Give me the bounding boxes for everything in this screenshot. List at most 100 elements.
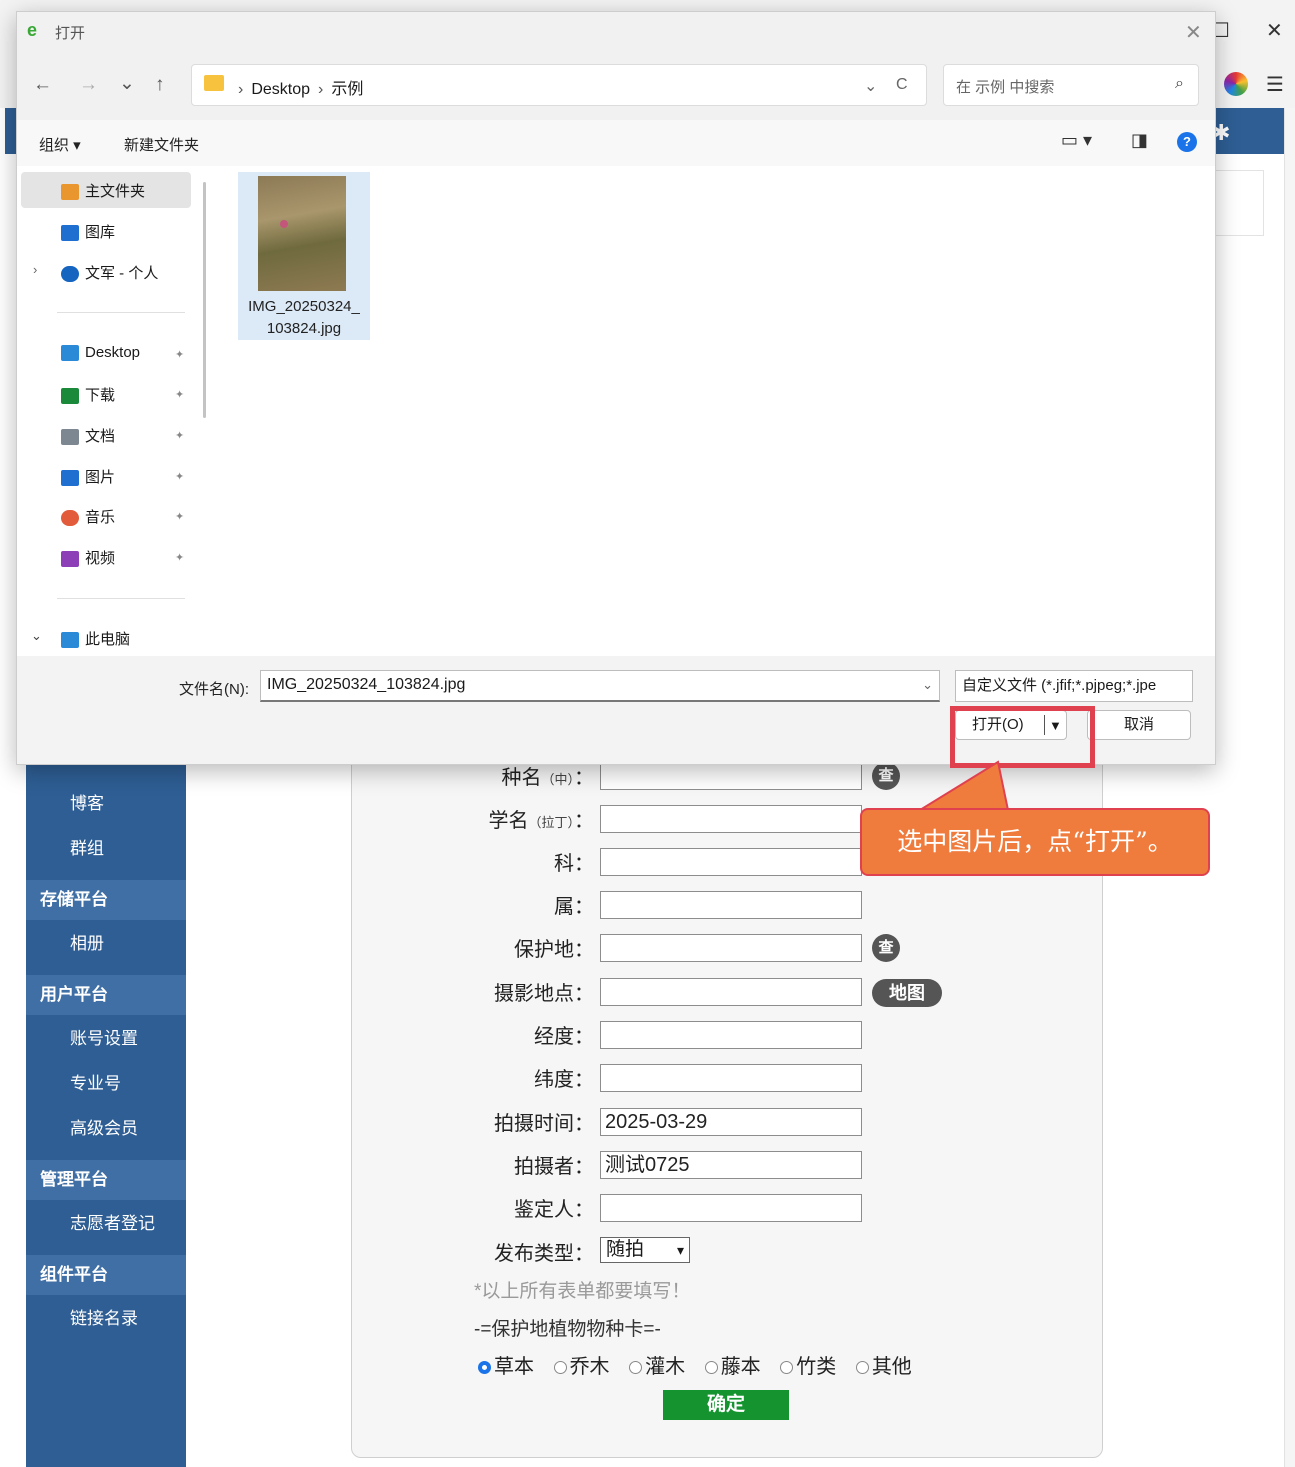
- file-open-dialog: e 打开 ✕ ← → ⌄ ↑ › Desktop › 示例 ⌄ C 在 示例 中搜索 …: [16, 11, 1216, 768]
- radio-option-tree[interactable]: 乔木: [553, 1356, 610, 1378]
- family-input[interactable]: [600, 848, 862, 876]
- sidebar-section-storage: 存储平台: [26, 880, 186, 920]
- menu-icon[interactable]: ☰: [1266, 72, 1284, 97]
- pictures-icon: [61, 470, 79, 487]
- chevron-down-icon[interactable]: ⌄: [922, 671, 933, 699]
- back-arrow-icon[interactable]: ←: [33, 74, 52, 96]
- document-icon: [61, 429, 79, 446]
- pin-icon[interactable]: ✦: [175, 388, 184, 401]
- page-scrollbar[interactable]: [1284, 108, 1295, 1467]
- genus-input[interactable]: [600, 891, 862, 919]
- shoot-time-label: 拍摄时间：: [494, 1113, 594, 1135]
- new-folder-button[interactable]: 新建文件夹: [124, 134, 199, 155]
- cancel-button[interactable]: 取消: [1087, 710, 1191, 740]
- pin-icon[interactable]: ✦: [175, 429, 184, 442]
- image-thumbnail: [258, 176, 346, 291]
- radio-option-herb[interactable]: 草本: [478, 1356, 534, 1378]
- breadcrumb-desktop[interactable]: Desktop: [251, 81, 310, 98]
- identifier-label: 鉴定人：: [514, 1199, 594, 1221]
- filename-input[interactable]: IMG_20250324_103824.jpg ⌄: [260, 670, 940, 702]
- chevron-down-icon: ▾: [676, 1242, 684, 1258]
- submit-button[interactable]: 确定: [663, 1390, 789, 1420]
- latitude-input[interactable]: [600, 1064, 862, 1092]
- sidebar-item-pro-account[interactable]: 专业号: [26, 1062, 186, 1106]
- sidebar-item-premium-member[interactable]: 高级会员: [26, 1107, 186, 1151]
- identifier-input[interactable]: [600, 1194, 862, 1222]
- dialog-close-icon[interactable]: ✕: [1185, 20, 1202, 45]
- pin-icon[interactable]: ✦: [175, 510, 184, 523]
- dialog-title: 打开: [55, 25, 86, 42]
- nav-item-videos[interactable]: 视频: [61, 547, 115, 568]
- longitude-input[interactable]: [600, 1021, 862, 1049]
- radio-option-bamboo[interactable]: 竹类: [780, 1356, 836, 1378]
- nav-item-music[interactable]: 音乐: [61, 506, 115, 527]
- species-lookup-button[interactable]: 查: [872, 762, 900, 790]
- nav-item-this-pc[interactable]: 此电脑: [61, 628, 130, 649]
- species-latin-label: 学名（拉丁）：: [488, 810, 594, 832]
- file-item-selected[interactable]: IMG_20250324_ 103824.jpg: [238, 172, 370, 340]
- genus-label: 属：: [554, 896, 594, 918]
- desktop-icon: [61, 345, 79, 362]
- pin-icon[interactable]: ✦: [175, 551, 184, 564]
- recent-locations-icon[interactable]: ⌄: [119, 72, 135, 95]
- pin-icon[interactable]: ✦: [175, 348, 184, 361]
- reserve-lookup-button[interactable]: 查: [872, 934, 900, 962]
- forward-arrow-icon[interactable]: →: [79, 74, 98, 96]
- radio-option-other[interactable]: 其他: [855, 1356, 912, 1378]
- nav-item-downloads[interactable]: 下载: [61, 384, 115, 405]
- nav-item-gallery[interactable]: 图库: [61, 221, 115, 242]
- nav-item-pictures[interactable]: 图片: [61, 466, 115, 487]
- nav-item-onedrive[interactable]: 文军 - 个人: [61, 262, 158, 283]
- download-icon: [61, 388, 79, 405]
- address-bar[interactable]: › Desktop › 示例 ⌄ C: [191, 64, 927, 106]
- reserve-input[interactable]: [600, 934, 862, 962]
- photographer-label: 拍摄者：: [514, 1156, 594, 1178]
- breadcrumb-example[interactable]: 示例: [331, 81, 363, 98]
- help-icon[interactable]: ?: [1177, 132, 1197, 152]
- shoot-time-input[interactable]: 2025-03-29: [600, 1108, 862, 1136]
- publish-type-label: 发布类型：: [494, 1243, 594, 1265]
- species-cn-input[interactable]: [600, 762, 862, 790]
- sidebar-item-blog[interactable]: 博客: [26, 782, 186, 826]
- collapse-chevron-icon[interactable]: ⌄: [31, 628, 42, 644]
- radio-selected-icon: [478, 1361, 491, 1375]
- sidebar-section-components: 组件平台: [26, 1255, 186, 1295]
- radio-option-shrub[interactable]: 灌木: [629, 1356, 685, 1378]
- species-cn-label: 种名（中）：: [501, 767, 594, 789]
- nav-pane-scrollbar[interactable]: [203, 182, 206, 418]
- sidebar-item-album[interactable]: 相册: [26, 922, 186, 966]
- close-icon[interactable]: ✕: [1266, 18, 1283, 43]
- open-button-highlight-box: [950, 706, 1095, 768]
- breadcrumb: › Desktop › 示例: [238, 81, 364, 98]
- address-history-chevron-icon[interactable]: ⌄: [864, 76, 877, 96]
- up-arrow-icon[interactable]: ↑: [155, 74, 165, 96]
- sidebar-item-link-directory[interactable]: 链接名录: [26, 1297, 186, 1341]
- species-latin-input[interactable]: [600, 805, 862, 833]
- change-view-icon[interactable]: ▭ ▾: [1061, 130, 1092, 151]
- nav-item-documents[interactable]: 文档: [61, 425, 115, 446]
- search-placeholder: 在 示例 中搜索: [956, 79, 1055, 96]
- gallery-icon: [61, 225, 79, 242]
- expand-chevron-icon[interactable]: ›: [33, 262, 37, 277]
- location-input[interactable]: [600, 978, 862, 1006]
- browser-extension-icon[interactable]: [1224, 72, 1248, 96]
- search-box[interactable]: 在 示例 中搜索 ⌕: [943, 64, 1199, 106]
- preview-pane-icon[interactable]: ◨: [1131, 130, 1148, 151]
- radio-option-vine[interactable]: 藤本: [704, 1356, 761, 1378]
- site-sidebar: 博客 群组 存储平台 相册 用户平台 账号设置 专业号 高级会员 管理平台 志愿…: [26, 760, 186, 1467]
- publish-type-select[interactable]: 随拍 ▾: [600, 1237, 690, 1263]
- refresh-icon[interactable]: C: [896, 76, 908, 94]
- nav-separator: [57, 598, 185, 599]
- longitude-label: 经度：: [534, 1026, 594, 1048]
- sidebar-item-groups[interactable]: 群组: [26, 827, 186, 871]
- file-type-select[interactable]: 自定义文件 (*.jfif;*.pjpeg;*.jpe: [955, 670, 1193, 702]
- map-button[interactable]: 地图: [872, 979, 942, 1007]
- photographer-input[interactable]: 测试0725: [600, 1151, 862, 1179]
- pin-icon[interactable]: ✦: [175, 470, 184, 483]
- sidebar-item-account-settings[interactable]: 账号设置: [26, 1017, 186, 1061]
- dialog-titlebar: [17, 12, 1215, 50]
- organize-menu-button[interactable]: 组织 ▾: [39, 134, 81, 155]
- nav-item-desktop[interactable]: Desktop: [61, 344, 140, 362]
- sidebar-item-volunteer[interactable]: 志愿者登记: [26, 1202, 186, 1246]
- nav-item-home[interactable]: 主文件夹: [61, 180, 145, 201]
